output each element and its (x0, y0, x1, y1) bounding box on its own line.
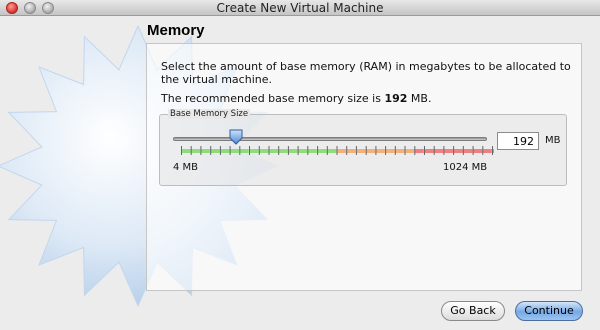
tick-zone-segment (414, 149, 424, 153)
tick-mark (278, 146, 280, 155)
tick-mark (307, 146, 309, 155)
tick-mark (249, 146, 250, 155)
tick-mark (239, 146, 241, 155)
tick-zone-segment (433, 149, 444, 153)
continue-button[interactable]: Continue (515, 301, 583, 321)
title-bar: Create New Virtual Machine (0, 0, 600, 16)
tick-zone-segment (297, 149, 308, 153)
dialog-window: Create New Virtual Machine Memory Select… (0, 0, 600, 330)
tick-mark (385, 146, 387, 155)
tick-zone-segment (278, 149, 288, 153)
max-memory-label: 1024 MB (443, 162, 488, 173)
tick-mark (365, 146, 367, 155)
tick-mark (443, 146, 445, 155)
tick-zone-segment (287, 149, 298, 153)
tick-mark (355, 146, 357, 155)
tick-zone-segment (268, 149, 278, 153)
tick-mark (424, 146, 425, 155)
tick-zone-segment (258, 149, 269, 153)
tick-zone-segment (190, 149, 201, 153)
recommended-text: The recommended base memory size is 192 … (161, 92, 431, 105)
description-text: Select the amount of base memory (RAM) i… (161, 60, 571, 86)
tick-zone-segment (472, 149, 483, 153)
tick-mark (229, 146, 231, 155)
tick-mark (404, 146, 406, 155)
tick-zone-segment (326, 149, 337, 153)
tick-zone-segment (365, 149, 376, 153)
recommended-suffix: MB. (407, 92, 432, 105)
tick-zone-segment (424, 149, 434, 153)
tick-zone-segment (453, 149, 463, 153)
tick-zone-segment (219, 149, 230, 153)
tick-zone-segment (336, 149, 346, 153)
tick-mark (317, 146, 319, 155)
recommended-value: 192 (384, 92, 408, 105)
tick-mark (268, 146, 270, 155)
tick-mark (210, 146, 212, 155)
memory-slider-track[interactable] (173, 137, 487, 141)
memory-slider-thumb[interactable] (228, 129, 244, 145)
group-label: Base Memory Size (168, 109, 251, 119)
tick-mark (394, 146, 396, 155)
tick-zone-segment (404, 149, 414, 153)
tick-zone-segment (482, 149, 492, 153)
memory-unit-label: MB (545, 135, 561, 146)
tick-mark (453, 146, 455, 155)
tick-zone-segment (210, 149, 220, 153)
recommended-prefix: The recommended base memory size is (161, 92, 385, 105)
tick-mark (482, 146, 484, 155)
content-panel: Select the amount of base memory (RAM) i… (146, 43, 582, 291)
tick-zone-segment (249, 149, 259, 153)
tick-mark (375, 146, 377, 155)
tick-zone-segment (385, 149, 395, 153)
tick-zone-segment (394, 149, 405, 153)
tick-mark (181, 146, 182, 155)
tick-mark (492, 146, 493, 155)
tick-zone-segment (375, 149, 385, 153)
tick-mark (297, 146, 299, 155)
min-memory-label: 4 MB (173, 162, 199, 173)
tick-zone-segment (346, 149, 356, 153)
tick-zone-segment (239, 149, 249, 153)
tick-zone-segment (443, 149, 453, 153)
tick-mark (433, 146, 435, 155)
tick-mark (190, 146, 192, 155)
go-back-button[interactable]: Go Back (441, 301, 505, 321)
tick-mark (462, 146, 464, 155)
memory-value-input[interactable] (497, 132, 539, 150)
tick-mark (472, 146, 474, 155)
tick-mark (287, 146, 289, 155)
tick-mark (326, 146, 328, 155)
memory-slider-ticks (181, 146, 494, 155)
tick-zone-segment (181, 149, 191, 153)
tick-mark (258, 146, 260, 155)
tick-mark (219, 146, 221, 155)
page-title: Memory (147, 22, 205, 39)
tick-zone-segment (200, 149, 210, 153)
tick-zone-segment (462, 149, 473, 153)
tick-zone-segment (307, 149, 317, 153)
tick-mark (200, 146, 202, 155)
tick-mark (346, 146, 348, 155)
tick-mark (336, 146, 338, 155)
tick-zone-segment (355, 149, 366, 153)
tick-mark (414, 146, 416, 155)
tick-zone-segment (229, 149, 240, 153)
window-title: Create New Virtual Machine (216, 1, 384, 15)
memory-groupbox: Base Memory Size 4 MB 1024 MB MB (159, 109, 567, 186)
tick-zone-segment (317, 149, 327, 153)
